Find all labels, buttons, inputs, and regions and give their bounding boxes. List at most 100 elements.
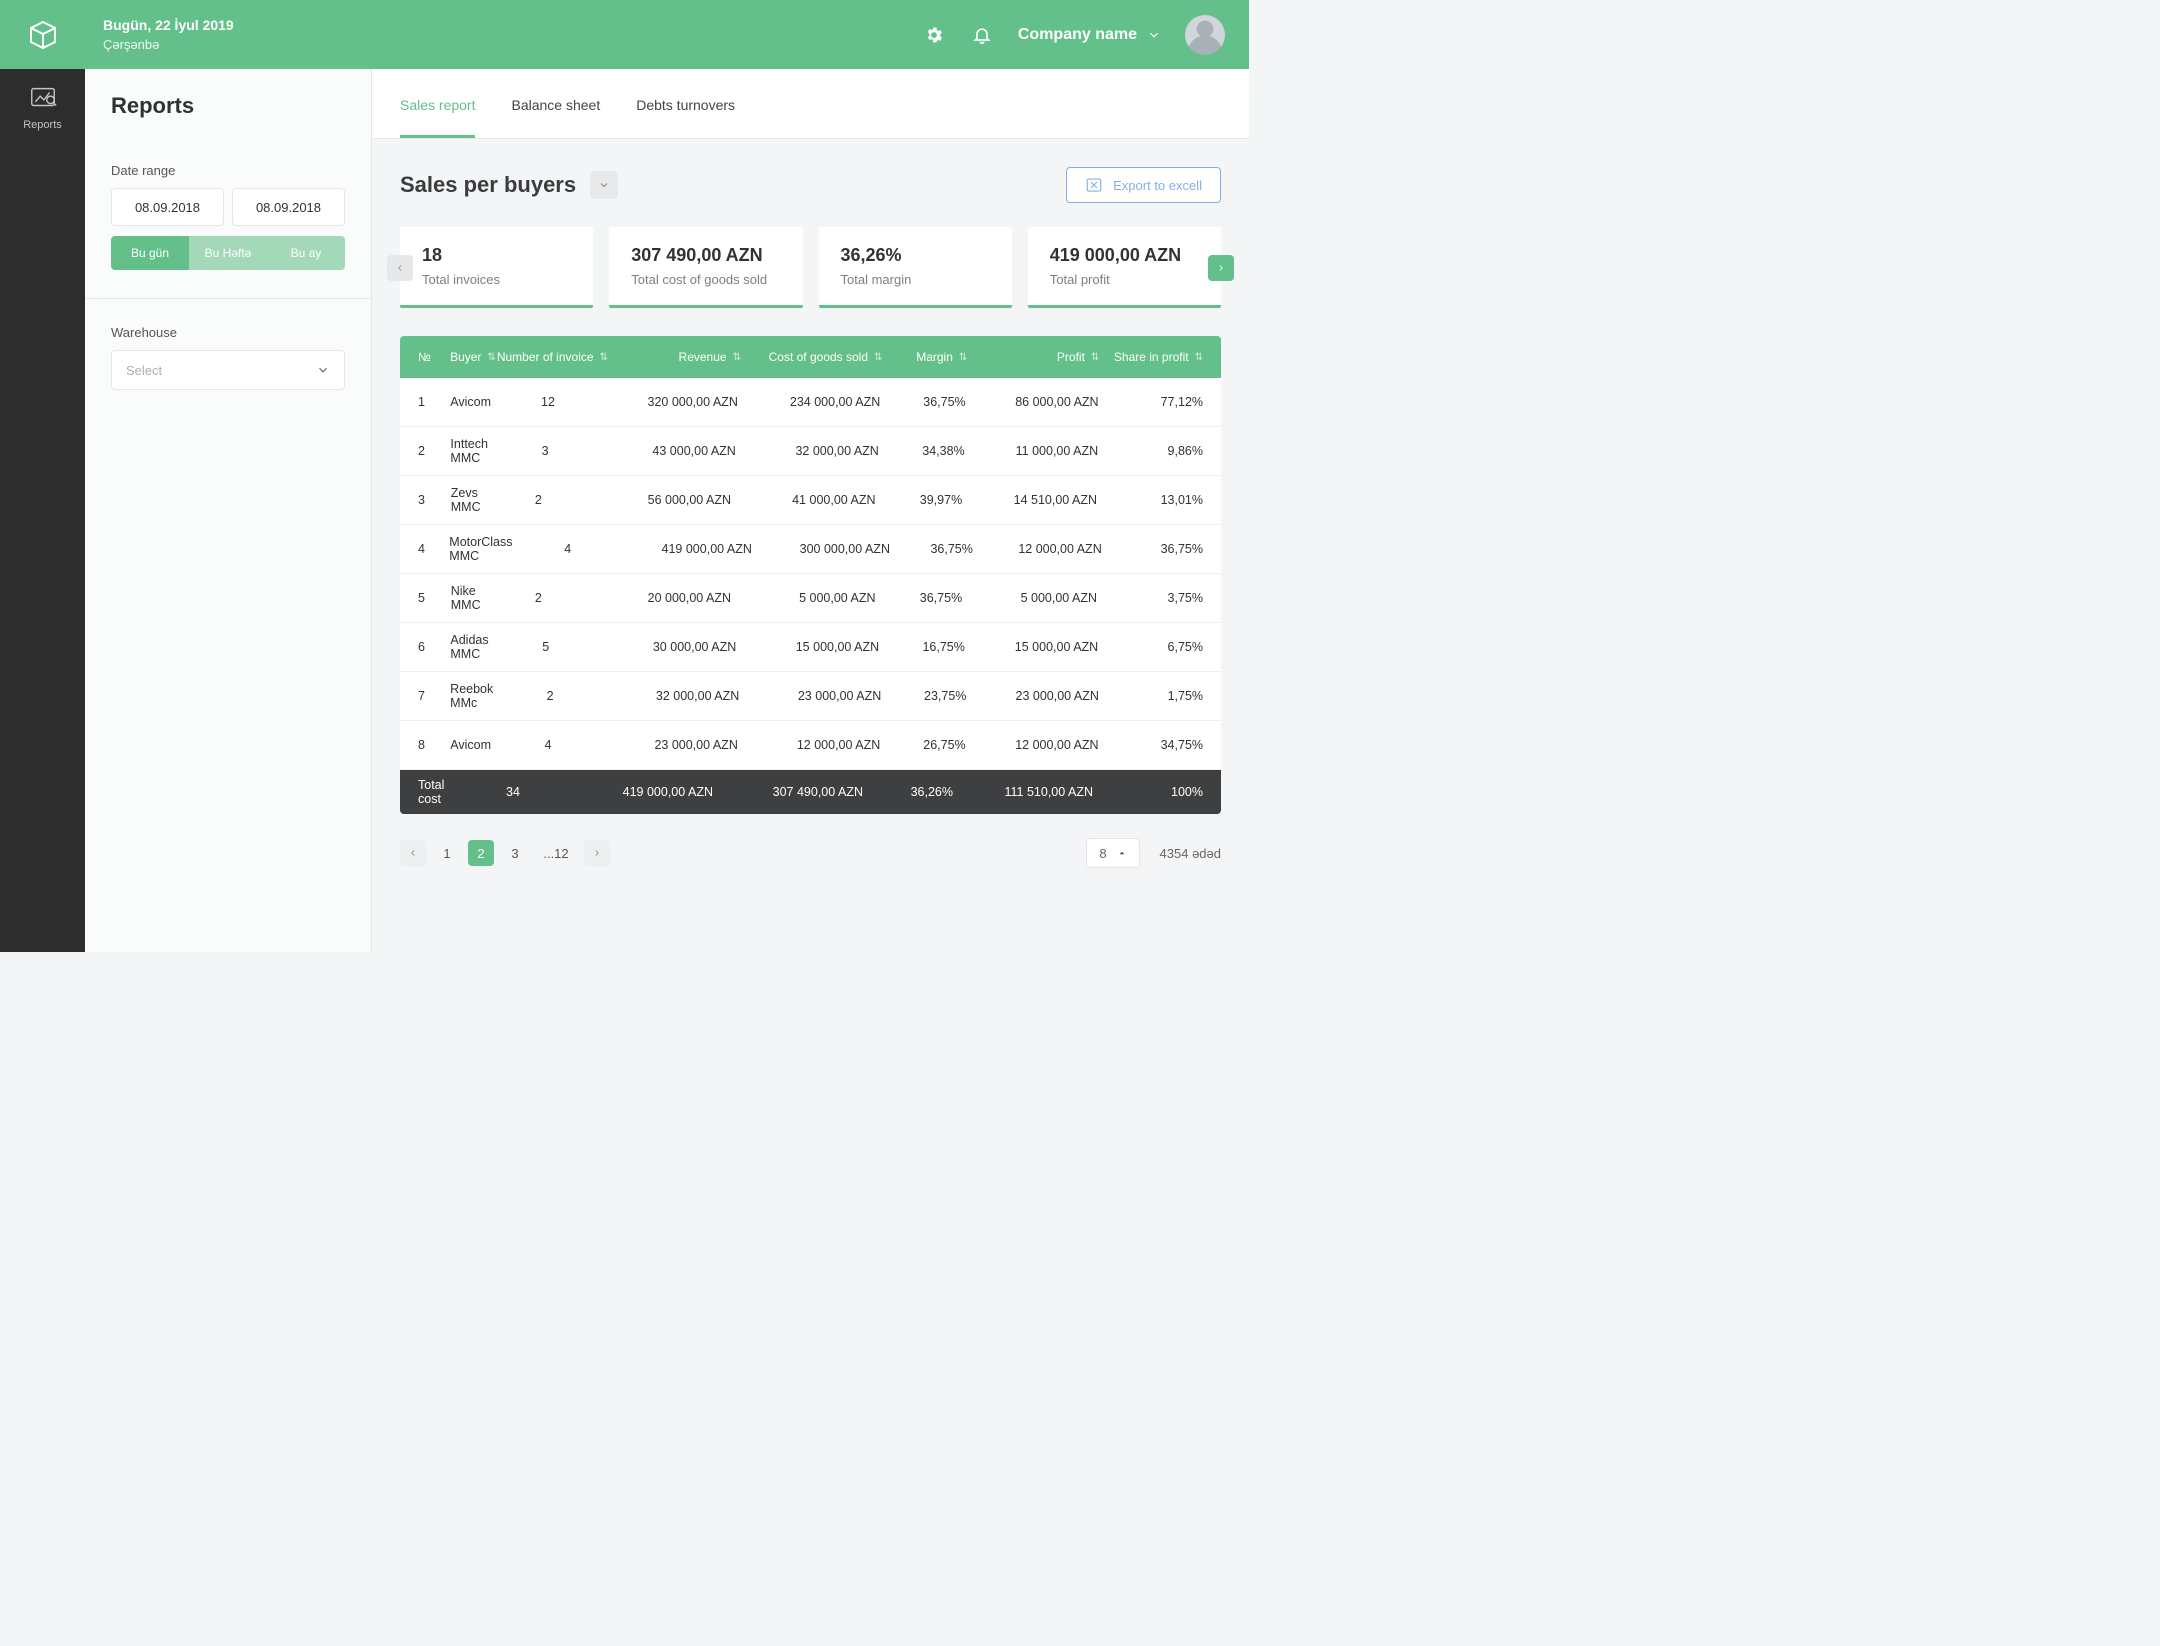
divider <box>85 298 371 299</box>
bell-icon[interactable] <box>970 23 994 47</box>
th-profit[interactable]: Profit⇅ <box>967 350 1099 364</box>
cell-margin: 36,75% <box>890 542 973 556</box>
cell-revenue: 320 000,00 AZN <box>605 395 738 409</box>
cell-share: 1,75% <box>1099 689 1203 703</box>
metric-label: Total invoices <box>422 272 571 287</box>
th-margin[interactable]: Margin⇅ <box>882 350 967 364</box>
cell-margin: 36,75% <box>876 591 963 605</box>
cell-profit: 12 000,00 AZN <box>973 542 1102 556</box>
cell-margin: 26,75% <box>880 738 965 752</box>
header-date: Bugün, 22 İyul 2019 Çərşənbə <box>85 17 922 52</box>
range-month[interactable]: Bu ay <box>267 236 345 270</box>
cell-revenue: 43 000,00 AZN <box>602 444 735 458</box>
page-size-select[interactable]: 8 <box>1086 838 1139 868</box>
range-today[interactable]: Bu gün <box>111 236 189 270</box>
date-range-toggle: Bu gün Bu Həftə Bu ay <box>111 236 345 270</box>
cell-share: 77,12% <box>1099 395 1203 409</box>
sort-icon: ⇅ <box>1091 352 1099 363</box>
cell-cogs: 12 000,00 AZN <box>738 738 880 752</box>
metric-label: Total cost of goods sold <box>631 272 780 287</box>
page-prev[interactable] <box>400 840 426 866</box>
table-row[interactable]: 3Zevs MMC256 000,00 AZN41 000,00 AZN39,9… <box>400 476 1221 525</box>
sort-icon: ⇅ <box>959 352 967 363</box>
page-title: Reports <box>111 93 345 119</box>
metric-total-margin: 36,26% Total margin <box>819 227 1012 308</box>
sort-icon: ⇅ <box>600 352 608 363</box>
export-excel-button[interactable]: Export to excell <box>1066 167 1221 203</box>
cell-no: 1 <box>418 395 450 409</box>
date-to-input[interactable]: 08.09.2018 <box>232 188 345 226</box>
th-buyer[interactable]: Buyer⇅ <box>450 350 496 364</box>
pagination: 1 2 3 ...12 8 4354 ədəd <box>400 838 1221 868</box>
page-next[interactable] <box>584 840 610 866</box>
tab-balance-sheet[interactable]: Balance sheet <box>511 97 600 138</box>
table-row[interactable]: 2Inttech MMC343 000,00 AZN32 000,00 AZN3… <box>400 427 1221 476</box>
page-last[interactable]: ...12 <box>536 840 576 866</box>
metrics-scroll-right[interactable] <box>1208 255 1234 281</box>
nav-reports[interactable]: Reports <box>23 83 62 131</box>
cell-num: 2 <box>493 689 607 703</box>
top-bar: Bugün, 22 İyul 2019 Çərşənbə Company nam… <box>0 0 1249 69</box>
tab-sales-report[interactable]: Sales report <box>400 97 475 138</box>
cell-cogs: 234 000,00 AZN <box>738 395 880 409</box>
chevron-left-icon <box>408 848 418 858</box>
page-2[interactable]: 2 <box>468 840 494 866</box>
page-3[interactable]: 3 <box>502 840 528 866</box>
table-row[interactable]: 6Adidas MMC530 000,00 AZN15 000,00 AZN16… <box>400 623 1221 672</box>
cell-revenue: 32 000,00 AZN <box>607 689 739 703</box>
cell-num: 12 <box>491 395 605 409</box>
company-name-label: Company name <box>1018 26 1137 44</box>
cell-cogs: 41 000,00 AZN <box>731 493 875 507</box>
th-revenue[interactable]: Revenue⇅ <box>609 350 741 364</box>
sort-icon: ⇅ <box>874 352 882 363</box>
chevron-right-icon <box>1216 263 1226 273</box>
table-row[interactable]: 5Nike MMC220 000,00 AZN5 000,00 AZN36,75… <box>400 574 1221 623</box>
th-no[interactable]: № <box>418 350 450 364</box>
reports-icon <box>28 83 58 113</box>
cell-buyer: Avicom <box>450 395 491 409</box>
metrics-scroll-left[interactable] <box>387 255 413 281</box>
cell-no: 8 <box>418 738 450 752</box>
tf-share: 100% <box>1093 785 1203 799</box>
avatar[interactable] <box>1185 15 1225 55</box>
table-row[interactable]: 1Avicom12320 000,00 AZN234 000,00 AZN36,… <box>400 378 1221 427</box>
th-share[interactable]: Share in profit⇅ <box>1099 350 1203 364</box>
tab-debts-turnovers[interactable]: Debts turnovers <box>636 97 735 138</box>
section-dropdown[interactable] <box>590 171 618 199</box>
range-week[interactable]: Bu Həftə <box>189 236 267 270</box>
date-range-label: Date range <box>111 163 345 178</box>
settings-icon[interactable] <box>922 23 946 47</box>
table-row[interactable]: 7Reebok MMc232 000,00 AZN23 000,00 AZN23… <box>400 672 1221 721</box>
cell-share: 36,75% <box>1102 542 1203 556</box>
company-dropdown[interactable]: Company name <box>1018 26 1161 44</box>
table-row[interactable]: 4MotorClass MMC4419 000,00 AZN300 000,00… <box>400 525 1221 574</box>
cell-share: 9,86% <box>1098 444 1203 458</box>
cell-buyer: Zevs MMC <box>451 486 481 514</box>
cell-profit: 86 000,00 AZN <box>966 395 1099 409</box>
main-content: Sales report Balance sheet Debts turnove… <box>372 69 1249 952</box>
metric-total-cogs: 307 490,00 AZN Total cost of goods sold <box>609 227 802 308</box>
cell-share: 6,75% <box>1098 640 1203 654</box>
cell-cogs: 32 000,00 AZN <box>736 444 879 458</box>
metric-value: 36,26% <box>841 245 990 266</box>
cell-buyer: Adidas MMC <box>450 633 488 661</box>
metric-value: 419 000,00 AZN <box>1050 245 1199 266</box>
cell-no: 3 <box>418 493 451 507</box>
th-num[interactable]: Number of invoice⇅ <box>496 350 609 364</box>
th-cogs[interactable]: Cost of goods sold⇅ <box>741 350 882 364</box>
chevron-down-icon <box>316 363 330 377</box>
nav-reports-label: Reports <box>23 119 62 131</box>
date-from-input[interactable]: 08.09.2018 <box>111 188 224 226</box>
cell-margin: 16,75% <box>879 640 965 654</box>
tabs: Sales report Balance sheet Debts turnove… <box>372 69 1249 139</box>
cell-revenue: 23 000,00 AZN <box>605 738 738 752</box>
cell-num: 5 <box>489 640 603 654</box>
table-row[interactable]: 8Avicom423 000,00 AZN12 000,00 AZN26,75%… <box>400 721 1221 770</box>
warehouse-select[interactable]: Select <box>111 350 345 390</box>
page-1[interactable]: 1 <box>434 840 460 866</box>
cell-revenue: 56 000,00 AZN <box>596 493 731 507</box>
cell-no: 2 <box>418 444 450 458</box>
cell-buyer: MotorClass MMC <box>449 535 512 563</box>
cell-margin: 39,97% <box>876 493 963 507</box>
cell-share: 3,75% <box>1097 591 1203 605</box>
